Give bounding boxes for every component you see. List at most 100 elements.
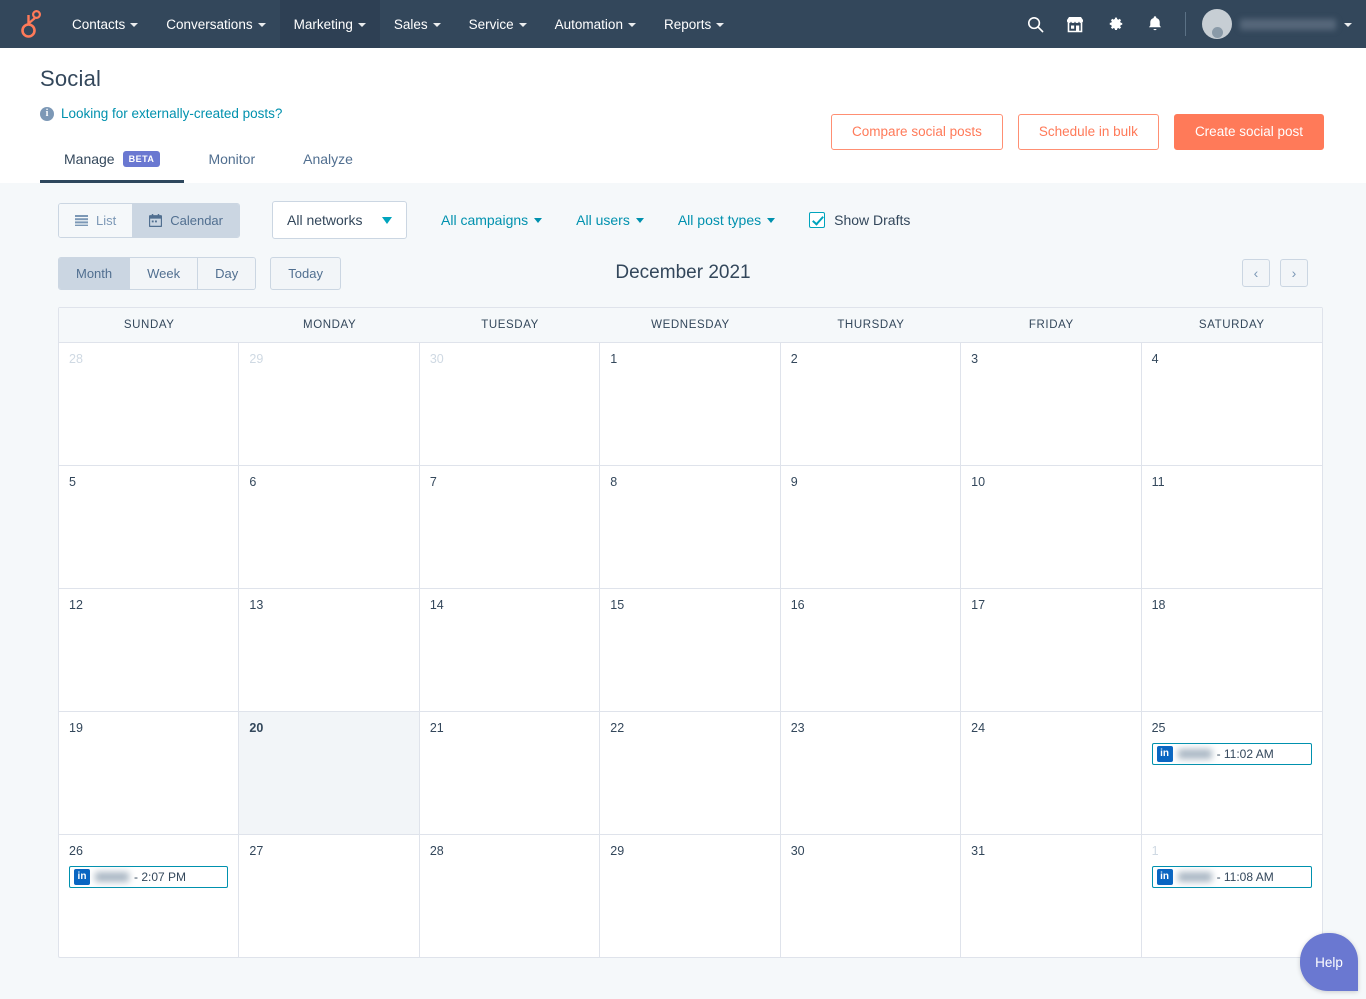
chevron-down-icon: [767, 218, 775, 223]
scheduled-post-item[interactable]: in- 11:02 AM: [1152, 743, 1312, 765]
view-mode-calendar[interactable]: Calendar: [133, 204, 239, 237]
nav-item-conversations[interactable]: Conversations: [152, 0, 279, 48]
calendar-day-cell[interactable]: 16: [781, 588, 961, 711]
calendar-day-number: 9: [791, 475, 950, 489]
calendar-day-cell[interactable]: 30: [420, 342, 600, 465]
calendar-day-cell[interactable]: 24: [961, 711, 1141, 834]
tab-manage[interactable]: Manage BETA: [40, 141, 184, 183]
gear-icon[interactable]: [1095, 0, 1135, 48]
calendar-day-number: 8: [610, 475, 769, 489]
calendar-day-cell[interactable]: 20: [239, 711, 419, 834]
calendar-day-cell[interactable]: 21: [420, 711, 600, 834]
calendar-day-cell[interactable]: 5: [59, 465, 239, 588]
calendar-day-cell[interactable]: 29: [600, 834, 780, 957]
calendar-day-cell[interactable]: 23: [781, 711, 961, 834]
nav-item-reports[interactable]: Reports: [650, 0, 738, 48]
calendar-day-number: 28: [430, 844, 589, 858]
calendar-day-cell[interactable]: 26in- 2:07 PM: [59, 834, 239, 957]
calendar-day-number: 16: [791, 598, 950, 612]
calendar-day-cell[interactable]: 31: [961, 834, 1141, 957]
view-mode-list[interactable]: List: [59, 204, 133, 237]
search-icon[interactable]: [1015, 0, 1055, 48]
show-drafts-toggle[interactable]: Show Drafts: [809, 212, 910, 228]
list-icon: [75, 215, 88, 226]
tab-analyze[interactable]: Analyze: [279, 141, 377, 183]
calendar-day-number: 7: [430, 475, 589, 489]
calendar-day-cell[interactable]: 30: [781, 834, 961, 957]
scheduled-post-item[interactable]: in- 2:07 PM: [69, 866, 228, 888]
calendar-day-cell[interactable]: 27: [239, 834, 419, 957]
range-day[interactable]: Day: [198, 258, 255, 289]
page-header: Social i Looking for externally-created …: [0, 48, 1366, 183]
calendar-day-cell[interactable]: 22: [600, 711, 780, 834]
nav-item-automation[interactable]: Automation: [541, 0, 650, 48]
calendar-day-cell[interactable]: 11: [1142, 465, 1322, 588]
calendar-day-cell[interactable]: 17: [961, 588, 1141, 711]
calendar-day-cell[interactable]: 10: [961, 465, 1141, 588]
help-button[interactable]: Help: [1300, 933, 1358, 991]
users-filter[interactable]: All users: [576, 212, 644, 228]
calendar-day-header: THURSDAY: [781, 308, 961, 342]
today-button[interactable]: Today: [270, 257, 341, 290]
range-month[interactable]: Month: [59, 258, 130, 289]
campaign-filter[interactable]: All campaigns: [441, 212, 542, 228]
filters-row: List Calendar All networks All campaigns: [58, 201, 1308, 239]
previous-month-button[interactable]: ‹: [1242, 259, 1270, 287]
calendar-day-cell[interactable]: 13: [239, 588, 419, 711]
chevron-down-icon: [519, 23, 527, 27]
calendar-day-number: 20: [249, 721, 408, 735]
calendar-day-cell[interactable]: 25in- 11:02 AM: [1142, 711, 1322, 834]
create-social-post-button[interactable]: Create social post: [1174, 114, 1324, 150]
nav-item-marketing[interactable]: Marketing: [280, 0, 380, 48]
post-types-filter[interactable]: All post types: [678, 212, 775, 228]
calendar-day-cell[interactable]: 14: [420, 588, 600, 711]
calendar-day-number: 11: [1152, 475, 1312, 489]
calendar-day-header: FRIDAY: [961, 308, 1141, 342]
calendar-day-cell[interactable]: 19: [59, 711, 239, 834]
calendar-day-number: 23: [791, 721, 950, 735]
compare-social-posts-button[interactable]: Compare social posts: [831, 114, 1003, 150]
marketplace-icon[interactable]: [1055, 0, 1095, 48]
calendar-day-cell[interactable]: 8: [600, 465, 780, 588]
calendar-day-cell[interactable]: 1: [600, 342, 780, 465]
calendar-day-cell[interactable]: 3: [961, 342, 1141, 465]
view-mode-toggle: List Calendar: [58, 203, 240, 238]
calendar-day-cell[interactable]: 29: [239, 342, 419, 465]
calendar-day-cell[interactable]: 7: [420, 465, 600, 588]
page-title: Social: [40, 66, 1326, 92]
post-types-filter-label: All post types: [678, 212, 761, 228]
linkedin-icon: in: [74, 869, 90, 885]
calendar-day-cell[interactable]: 28: [59, 342, 239, 465]
tab-monitor[interactable]: Monitor: [184, 141, 279, 183]
nav-item-sales[interactable]: Sales: [380, 0, 455, 48]
next-month-button[interactable]: ›: [1280, 259, 1308, 287]
calendar-day-cell[interactable]: 1 in- 11:08 AM: [1142, 834, 1322, 957]
notifications-bell-icon[interactable]: [1135, 0, 1175, 48]
calendar-day-cell[interactable]: 4: [1142, 342, 1322, 465]
show-drafts-checkbox[interactable]: [809, 212, 825, 228]
schedule-in-bulk-button[interactable]: Schedule in bulk: [1018, 114, 1159, 150]
nav-item-service[interactable]: Service: [455, 0, 541, 48]
post-account-name-redacted: [1178, 872, 1212, 882]
info-icon: i: [40, 107, 54, 121]
calendar-day-cell[interactable]: 6: [239, 465, 419, 588]
calendar-day-number: 1: [1152, 844, 1312, 858]
calendar-day-cell[interactable]: 15: [600, 588, 780, 711]
calendar-day-number: 29: [610, 844, 769, 858]
calendar-day-cell[interactable]: 28: [420, 834, 600, 957]
post-time: - 11:02 AM: [1217, 747, 1274, 761]
range-week[interactable]: Week: [130, 258, 198, 289]
scheduled-post-item[interactable]: in- 11:08 AM: [1152, 866, 1312, 888]
chevron-down-icon: [130, 23, 138, 27]
nav-item-contacts[interactable]: Contacts: [58, 0, 152, 48]
calendar-day-cell[interactable]: 12: [59, 588, 239, 711]
post-time: - 11:08 AM: [1217, 870, 1274, 884]
calendar-day-cell[interactable]: 18: [1142, 588, 1322, 711]
calendar-day-number: 27: [249, 844, 408, 858]
user-menu[interactable]: [1196, 9, 1352, 39]
nav-item-label: Contacts: [72, 17, 125, 32]
network-filter-select[interactable]: All networks: [272, 201, 407, 239]
hubspot-sprocket-logo[interactable]: [0, 0, 58, 48]
calendar-day-cell[interactable]: 9: [781, 465, 961, 588]
calendar-day-cell[interactable]: 2: [781, 342, 961, 465]
